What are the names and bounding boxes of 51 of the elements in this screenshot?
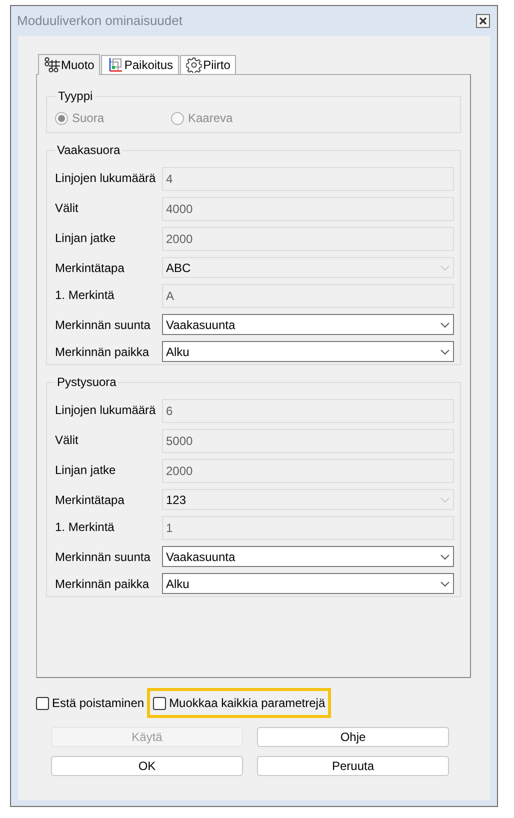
chevron-down-icon [440, 264, 450, 270]
dropdown[interactable]: Vaakasuunta [162, 314, 454, 335]
gear-icon [186, 57, 202, 73]
dialog-button[interactable]: Ohje [257, 727, 449, 747]
field-label: Linjan jatke [54, 230, 117, 247]
dialog-button[interactable]: OK [51, 756, 243, 776]
dropdown[interactable]: Vaakasuunta [162, 546, 454, 567]
group-title: Tyyppi [57, 88, 94, 105]
field-label: Merkinnän suunta [54, 317, 152, 334]
field-label: Välit [54, 200, 80, 217]
dropdown-value: Alku [166, 576, 190, 592]
chevron-down-icon [440, 348, 450, 354]
dropdown-value: Vaakasuunta [166, 316, 236, 334]
dropdown-value: Vaakasuunta [166, 548, 236, 566]
dropdown[interactable]: Alku [162, 341, 454, 362]
field-label: Linjojen lukumäärä [54, 170, 157, 187]
field-label: Merkintätapa [54, 260, 126, 277]
dropdown-value: 123 [166, 492, 186, 508]
tab[interactable]: Muoto [38, 54, 100, 75]
chevron-down-icon [440, 554, 450, 560]
axes-cube-icon [107, 57, 124, 73]
group-title: Pystysuora [56, 374, 118, 391]
radio-label: Suora [72, 110, 104, 127]
field-label: Merkinnän suunta [54, 549, 152, 566]
field-label: Merkinnän paikka [54, 344, 150, 361]
group-title: Vaakasuora [56, 142, 122, 159]
dropdown-value: Alku [166, 344, 190, 360]
field-label: Linjan jatke [54, 462, 117, 479]
dropdown-value: ABC [166, 260, 191, 276]
tab[interactable]: Paikoitus [101, 55, 180, 74]
chevron-down-icon [440, 496, 450, 502]
field-label: 1. Merkintä [54, 519, 116, 536]
checkbox-label: Muokkaa kaikkia parametrejä [169, 695, 326, 712]
field-label: Linjojen lukumäärä [54, 402, 157, 419]
field-label: Merkinnän paikka [54, 576, 150, 593]
window-title: Moduuliverkon ominaisuudet [17, 12, 182, 30]
tab[interactable]: Piirto [180, 55, 236, 74]
checkbox[interactable] [36, 696, 49, 710]
checkbox[interactable] [153, 696, 166, 710]
dropdown[interactable]: Alku [162, 573, 454, 594]
checkbox-label: Estä poistaminen [52, 695, 144, 712]
field-label: Välit [54, 432, 80, 449]
field-label: Merkintätapa [54, 492, 126, 509]
chevron-down-icon [440, 322, 450, 328]
radio-label: Kaareva [188, 110, 233, 127]
field-label: 1. Merkintä [54, 287, 116, 304]
close-icon [479, 17, 487, 25]
close-button[interactable] [476, 14, 490, 28]
grid-nodes-icon [44, 57, 60, 73]
dialog-button[interactable]: Peruuta [257, 756, 449, 776]
chevron-down-icon [440, 580, 450, 586]
